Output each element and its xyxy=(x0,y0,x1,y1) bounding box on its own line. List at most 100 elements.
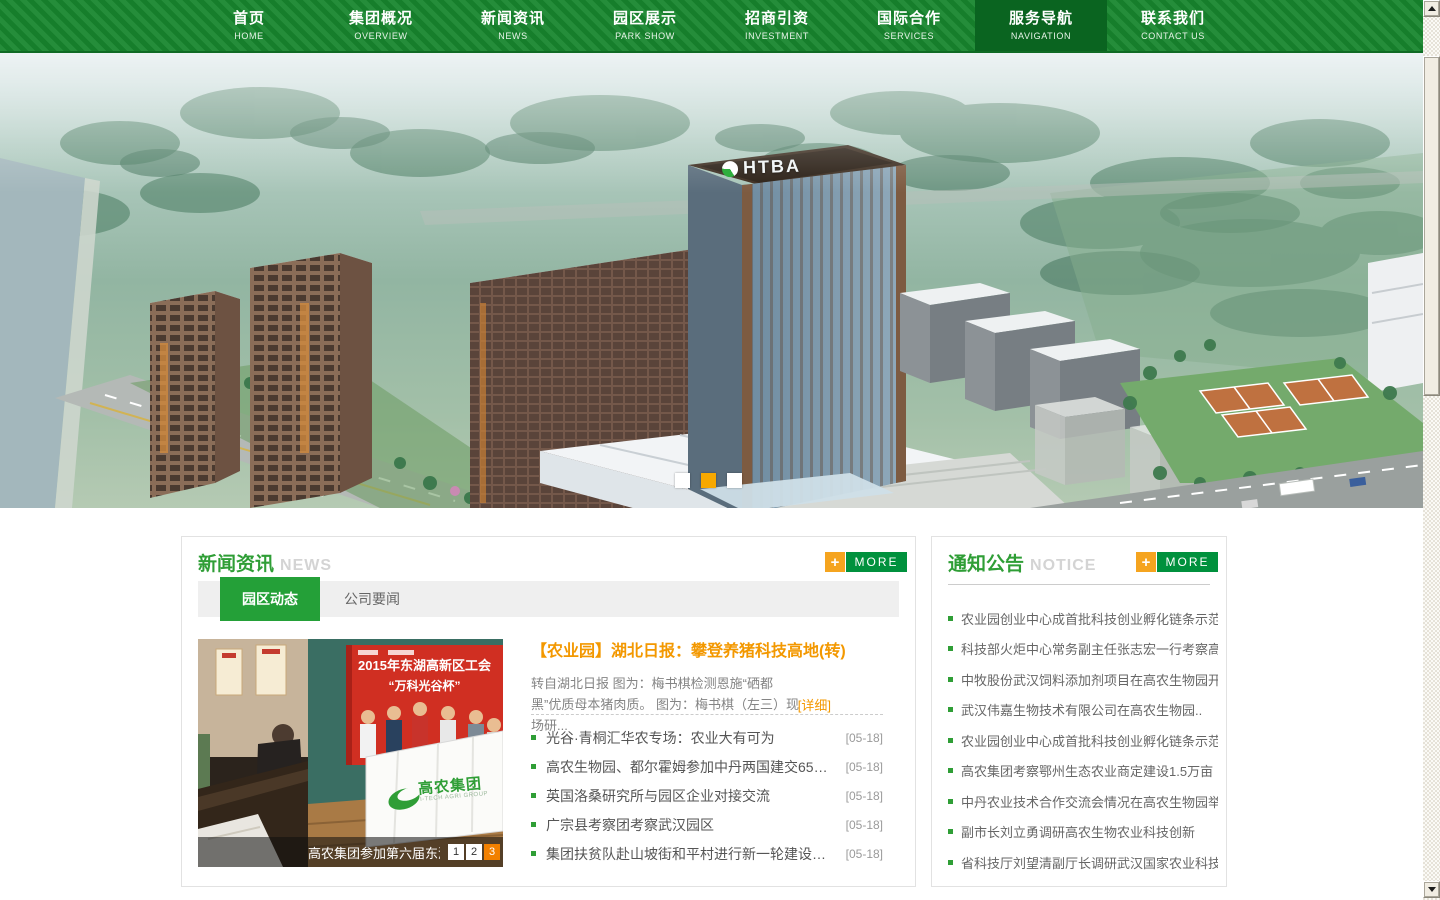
news-list-item[interactable]: 广宗县考察团考察武汉园区 [05-18] xyxy=(531,810,883,839)
nav-item-label-zh: 集团概况 xyxy=(349,10,413,28)
photo-banner-line2: “万科光谷杯” xyxy=(346,677,503,694)
plus-icon: + xyxy=(825,552,845,572)
photo-page-number[interactable]: 2 xyxy=(466,844,482,860)
news-title-zh: 新闻资讯 xyxy=(198,549,274,576)
notice-title-zh: 通知公告 xyxy=(948,549,1024,576)
bullet-icon xyxy=(948,860,953,865)
nav-item-label-en: INVESTMENT xyxy=(745,31,809,41)
bullet-icon xyxy=(531,764,536,769)
nav-item[interactable]: 服务导航 NAVIGATION xyxy=(975,0,1107,51)
nav-item-label-zh: 园区展示 xyxy=(613,10,677,28)
building-sign-text: HTBA xyxy=(743,156,802,179)
news-list-item[interactable]: 光谷·青桐汇华农专场：农业大有可为 [05-18] xyxy=(531,723,883,752)
hero-illustration xyxy=(0,53,1423,508)
news-tab-bar: 园区动态 公司要闻 xyxy=(198,581,899,617)
photo-caption-text[interactable]: 高农集团参加第六届东湖 xyxy=(308,843,440,862)
notice-item-title: 高农集团考察鄂州生态农业商定建设1.5万亩 xyxy=(961,761,1218,780)
dashed-separator xyxy=(531,714,883,715)
top-navigation: 首页 HOME 集团概况 OVERVIEW 新闻资讯 NEWS 园区展示 PAR… xyxy=(0,0,1423,53)
photo-pagination: 1 2 3 xyxy=(448,844,500,860)
notice-panel-header: 通知公告 NOTICE xyxy=(948,549,1096,576)
bullet-icon xyxy=(948,738,953,743)
bullet-icon xyxy=(531,793,536,798)
notice-title-en: NOTICE xyxy=(1030,557,1096,575)
notice-list-item[interactable]: 农业园创业中心成首批科技创业孵化链条示范 xyxy=(948,725,1218,756)
notice-list-item[interactable]: 高农集团考察鄂州生态农业商定建设1.5万亩 xyxy=(948,756,1218,787)
scrollbar-thumb[interactable] xyxy=(1423,56,1440,396)
news-title-en: NEWS xyxy=(280,557,332,575)
news-item-title: 高农生物园、都尔霍姆参加中丹两国建交65周… xyxy=(546,757,846,777)
notice-list-item[interactable]: 中丹农业技术合作交流会情况在高农生物园举 xyxy=(948,786,1218,817)
notice-item-title: 武汉伟嘉生物技术有限公司在高农生物园.. xyxy=(961,700,1218,719)
bullet-icon xyxy=(948,616,953,621)
featured-news-title[interactable]: 【农业园】湖北日报：攀登养猪科技高地(转) xyxy=(531,637,883,661)
notice-more-button[interactable]: + MORE xyxy=(1136,552,1218,572)
news-panel-header: 新闻资讯 NEWS xyxy=(198,549,332,576)
notice-list-item[interactable]: 中牧股份武汉饲料添加剂项目在高农生物园开..… xyxy=(948,664,1218,695)
news-item-title: 英国洛桑研究所与园区企业对接交流 xyxy=(546,786,846,806)
news-photo-carousel[interactable]: 2015年东湖高新区工会 “万科光谷杯” 高农集团 I-TECH AGRI GR… xyxy=(198,639,503,867)
nav-item[interactable]: 新闻资讯 NEWS xyxy=(447,0,579,51)
news-list-item[interactable]: 集团扶贫队赴山坡街和平村进行新一轮建设工作 [05-18] xyxy=(531,839,883,868)
arrow-up-icon xyxy=(1428,6,1436,11)
news-list-item[interactable]: 英国洛桑研究所与园区企业对接交流 [05-18] xyxy=(531,781,883,810)
arrow-down-icon xyxy=(1428,887,1436,892)
nav-item[interactable]: 首页 HOME xyxy=(183,0,315,51)
nav-item-label-zh: 服务导航 xyxy=(1009,10,1073,28)
notice-item-title: 中丹农业技术合作交流会情况在高农生物园举 xyxy=(961,792,1218,811)
nav-item-label-en: PARK SHOW xyxy=(615,31,675,41)
more-label: MORE xyxy=(846,552,907,572)
bullet-icon xyxy=(948,677,953,682)
news-tab[interactable]: 园区动态 xyxy=(220,577,320,621)
vertical-scrollbar[interactable] xyxy=(1423,0,1440,900)
news-item-title: 光谷·青桐汇华农专场：农业大有可为 xyxy=(546,728,846,748)
carousel-dot[interactable] xyxy=(675,473,690,488)
notice-item-title: 农业园创业中心成首批科技创业孵化链条示范.. xyxy=(961,609,1218,628)
nav-item-label-zh: 国际合作 xyxy=(877,10,941,28)
nav-item[interactable]: 国际合作 SERVICES xyxy=(843,0,975,51)
news-item-date: [05-18] xyxy=(846,789,883,803)
photo-page-number[interactable]: 1 xyxy=(448,844,464,860)
bullet-icon xyxy=(948,646,953,651)
detail-link[interactable]: [详细] xyxy=(798,695,831,716)
notice-list-item[interactable]: 科技部火炬中心常务副主任张志宏一行考察高.. xyxy=(948,634,1218,665)
notice-list-item[interactable]: 武汉伟嘉生物技术有限公司在高农生物园.. xyxy=(948,695,1218,726)
hero-banner: HTBA xyxy=(0,53,1423,508)
notice-item-title: 农业园创业中心成首批科技创业孵化链条示范 xyxy=(961,731,1218,750)
nav-item[interactable]: 联系我们 CONTACT US xyxy=(1107,0,1239,51)
scroll-down-button[interactable] xyxy=(1423,881,1440,898)
nav-item-label-zh: 新闻资讯 xyxy=(481,10,545,28)
featured-news: 【农业园】湖北日报：攀登养猪科技高地(转) 转自湖北日报 图为：梅书棋检测恩施“… xyxy=(531,637,883,736)
news-item-date: [05-18] xyxy=(846,760,883,774)
news-item-date: [05-18] xyxy=(846,847,883,861)
news-list-item[interactable]: 高农生物园、都尔霍姆参加中丹两国建交65周… [05-18] xyxy=(531,752,883,781)
notice-list-item[interactable]: 农业园创业中心成首批科技创业孵化链条示范.. xyxy=(948,603,1218,634)
notice-list-item[interactable]: 省科技厅刘望清副厅长调研武汉国家农业科技.. xyxy=(948,847,1218,878)
bullet-icon xyxy=(948,707,953,712)
carousel-dot[interactable] xyxy=(701,473,716,488)
bullet-icon xyxy=(948,829,953,834)
nav-item[interactable]: 招商引资 INVESTMENT xyxy=(711,0,843,51)
notice-item-title: 科技部火炬中心常务副主任张志宏一行考察高.. xyxy=(961,639,1218,658)
notice-list-item[interactable]: 副市长刘立勇调研高农生物农业科技创新 xyxy=(948,817,1218,848)
nav-item-label-en: CONTACT US xyxy=(1141,31,1205,41)
news-more-button[interactable]: + MORE xyxy=(825,552,907,572)
bullet-icon xyxy=(948,799,953,804)
nav-item[interactable]: 集团概况 OVERVIEW xyxy=(315,0,447,51)
scroll-up-button[interactable] xyxy=(1423,0,1440,17)
news-tab[interactable]: 公司要闻 xyxy=(320,581,424,617)
news-panel: 新闻资讯 NEWS + MORE 园区动态 公司要闻 xyxy=(181,536,916,887)
nav-item-label-en: SERVICES xyxy=(884,31,934,41)
bullet-icon xyxy=(948,768,953,773)
carousel-dot[interactable] xyxy=(727,473,742,488)
plus-icon: + xyxy=(1136,552,1156,572)
notice-list: 农业园创业中心成首批科技创业孵化链条示范.. 科技部火炬中心常务副主任张志宏一行… xyxy=(948,603,1218,878)
building-sign: HTBA xyxy=(722,156,802,180)
photo-page-number[interactable]: 3 xyxy=(484,844,500,860)
notice-item-title: 副市长刘立勇调研高农生物农业科技创新 xyxy=(961,822,1218,841)
nav-item[interactable]: 园区展示 PARK SHOW xyxy=(579,0,711,51)
photo-banner-line1: 2015年东湖高新区工会 xyxy=(346,655,503,674)
notice-item-title: 中牧股份武汉饲料添加剂项目在高农生物园开..… xyxy=(961,670,1218,689)
nav-item-label-en: NAVIGATION xyxy=(1011,31,1071,41)
htba-logo-icon xyxy=(722,160,739,177)
